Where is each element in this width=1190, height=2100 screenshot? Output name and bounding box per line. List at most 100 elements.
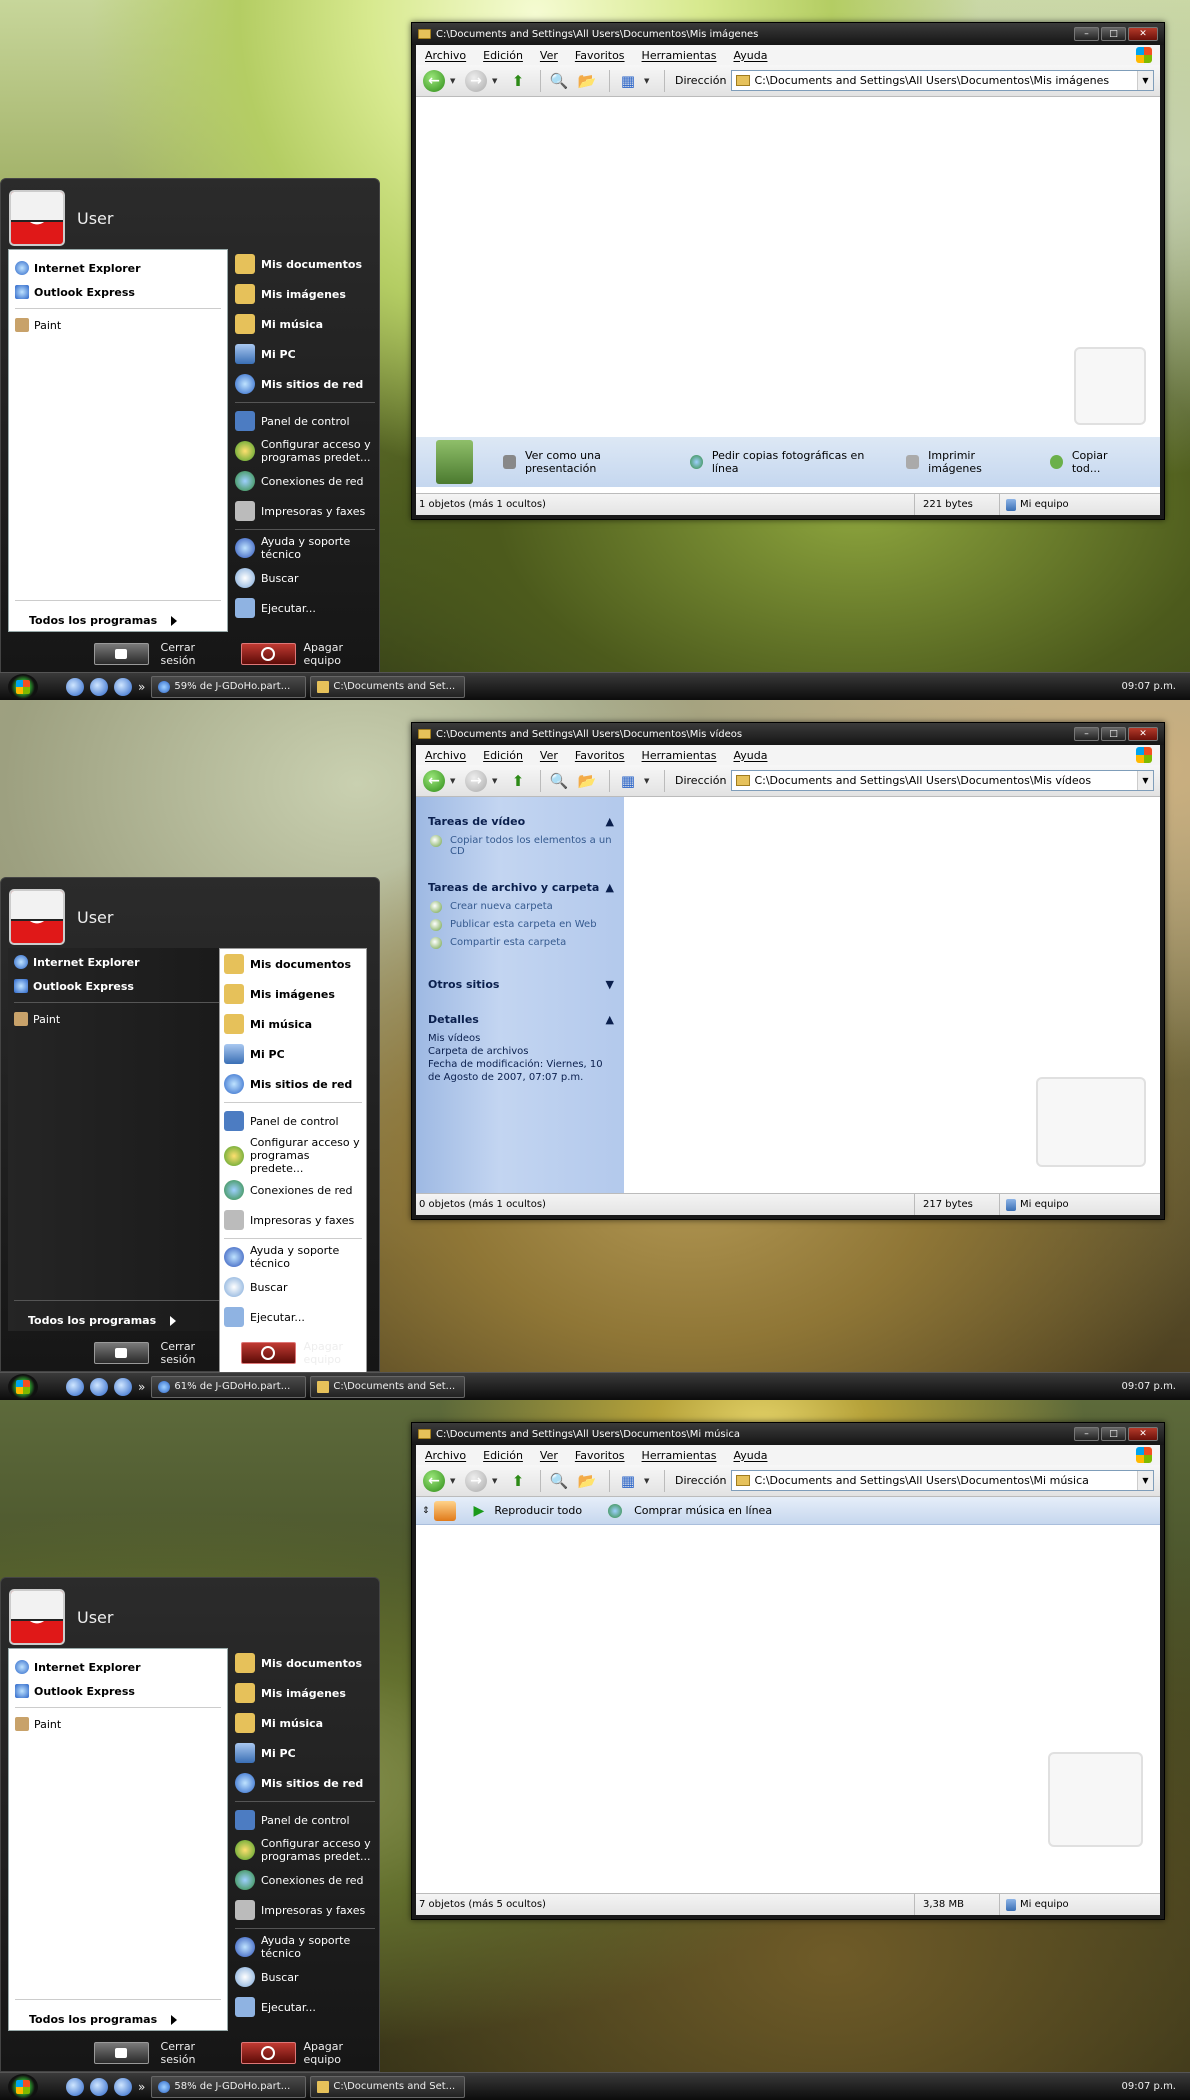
address-dropdown[interactable]: ▼ [1137, 1471, 1153, 1490]
menu-ayuda[interactable]: Ayuda [733, 1449, 767, 1462]
menu-favoritos[interactable]: Favoritos [575, 749, 625, 762]
task-share-folder[interactable]: Compartir esta carpeta [430, 937, 614, 949]
control-panel[interactable]: Panel de control [231, 406, 379, 436]
task-slideshow[interactable]: Ver como una presentación [503, 449, 664, 475]
menu-edicion[interactable]: Edición [483, 49, 523, 62]
set-program-access[interactable]: Configurar acceso y programas predet... [231, 436, 379, 466]
place-my-pc[interactable]: Mi PC [231, 339, 379, 369]
logoff-button[interactable] [94, 1342, 149, 1364]
views-dropdown[interactable]: ▼ [644, 777, 652, 785]
forward-dropdown[interactable]: ▼ [492, 77, 500, 85]
menu-edicion[interactable]: Edición [483, 749, 523, 762]
address-dropdown[interactable]: ▼ [1137, 71, 1153, 90]
close-button[interactable]: ✕ [1128, 727, 1158, 741]
all-programs-button[interactable]: Todos los programas [29, 2013, 177, 2026]
back-dropdown[interactable]: ▼ [450, 777, 458, 785]
shutdown-button[interactable] [241, 1342, 296, 1364]
task-print[interactable]: Imprimir imágenes [906, 449, 1024, 475]
avatar[interactable] [9, 1589, 65, 1645]
start-button[interactable] [8, 2073, 38, 2100]
details-header[interactable]: Detalles ▲ [428, 1013, 614, 1026]
menu-favoritos[interactable]: Favoritos [575, 1449, 625, 1462]
title-bar[interactable]: C:\Documents and Settings\All Users\Docu… [412, 723, 1164, 745]
views-button[interactable]: ▦ [616, 69, 640, 93]
file-view[interactable]: ⇕ ▶ Reproducir todo Comprar música en lín… [416, 1497, 1160, 1893]
forward-button[interactable]: → [464, 69, 488, 93]
help-support[interactable]: Ayuda y soporte técnico [231, 533, 379, 563]
run[interactable]: Ejecutar... [231, 593, 379, 623]
back-button[interactable]: ← [422, 1469, 446, 1493]
media-player-quicklaunch-icon[interactable] [114, 1377, 132, 1396]
maximize-button[interactable]: □ [1101, 27, 1126, 41]
file-tasks-header[interactable]: Tareas de archivo y carpeta ▲ [428, 881, 614, 894]
forward-button[interactable]: → [464, 1469, 488, 1493]
views-button[interactable]: ▦ [616, 769, 640, 793]
explorer-window[interactable]: C:\Documents and Settings\All Users\Docu… [411, 22, 1165, 520]
printers-faxes[interactable]: Impresoras y faxes [220, 1205, 366, 1235]
logoff-button[interactable] [94, 2042, 149, 2064]
set-program-access[interactable]: Configurar acceso y programas predete... [220, 1136, 366, 1175]
up-folder-button[interactable]: ⬆ [506, 769, 530, 793]
network-connections[interactable]: Conexiones de red [220, 1175, 366, 1205]
help-support[interactable]: Ayuda y soporte técnico [220, 1242, 366, 1272]
printers-faxes[interactable]: Impresoras y faxes [231, 496, 379, 526]
place-pictures[interactable]: Mis imágenes [231, 279, 379, 309]
taskbar-item[interactable]: 59% de J-GDoHo.part... [151, 675, 307, 698]
place-music[interactable]: Mi música [231, 309, 379, 339]
place-music[interactable]: Mi música [231, 1708, 379, 1738]
task-new-folder[interactable]: Crear nueva carpeta [430, 901, 614, 913]
printers-faxes[interactable]: Impresoras y faxes [231, 1895, 379, 1925]
control-panel[interactable]: Panel de control [231, 1805, 379, 1835]
menu-archivo[interactable]: Archivo [425, 749, 466, 762]
back-dropdown[interactable]: ▼ [450, 1477, 458, 1485]
back-dropdown[interactable]: ▼ [450, 77, 458, 85]
help-support[interactable]: Ayuda y soporte técnico [231, 1932, 379, 1962]
title-bar[interactable]: C:\Documents and Settings\All Users\Docu… [412, 23, 1164, 45]
task-copy-to-cd[interactable]: Copiar todos los elementos a un CD [430, 835, 614, 857]
place-network[interactable]: Mis sitios de red [220, 1069, 366, 1099]
back-button[interactable]: ← [422, 69, 446, 93]
search-button[interactable]: 🔍 [547, 1469, 571, 1493]
place-documents[interactable]: Mis documentos [231, 1648, 379, 1678]
shutdown-button[interactable] [241, 643, 296, 665]
other-places-header[interactable]: Otros sitios ▼ [428, 978, 614, 991]
close-button[interactable]: ✕ [1128, 1427, 1158, 1441]
menu-favoritos[interactable]: Favoritos [575, 49, 625, 62]
avatar[interactable] [9, 889, 65, 945]
outlook-quicklaunch-icon[interactable] [90, 1377, 108, 1396]
place-pictures[interactable]: Mis imágenes [220, 979, 366, 1009]
menu-archivo[interactable]: Archivo [425, 1449, 466, 1462]
file-view[interactable]: Tareas de vídeo ▲ Copiar todos los elemen… [416, 797, 1160, 1193]
shutdown-button[interactable] [241, 2042, 296, 2064]
minimize-button[interactable]: – [1074, 1427, 1099, 1441]
menu-ayuda[interactable]: Ayuda [733, 49, 767, 62]
file-view[interactable]: Ver como una presentación Pedir copias f… [416, 97, 1160, 493]
explorer-window[interactable]: C:\Documents and Settings\All Users\Docu… [411, 1422, 1165, 1920]
logoff-button[interactable] [94, 643, 149, 665]
views-dropdown[interactable]: ▼ [644, 77, 652, 85]
search-button[interactable]: 🔍 [547, 69, 571, 93]
ie-quicklaunch-icon[interactable] [66, 677, 84, 696]
title-bar[interactable]: C:\Documents and Settings\All Users\Docu… [412, 1423, 1164, 1445]
media-player-quicklaunch-icon[interactable] [114, 2077, 132, 2096]
all-programs-button[interactable]: Todos los programas [29, 614, 177, 627]
maximize-button[interactable]: □ [1101, 727, 1126, 741]
start-button[interactable] [8, 673, 38, 700]
minimize-button[interactable]: – [1074, 27, 1099, 41]
taskbar-item[interactable]: 58% de J-GDoHo.part... [151, 2075, 307, 2098]
close-button[interactable]: ✕ [1128, 27, 1158, 41]
place-music[interactable]: Mi música [220, 1009, 366, 1039]
address-bar[interactable]: C:\Documents and Settings\All Users\Docu… [731, 770, 1154, 791]
chevron-right-icon[interactable]: » [138, 2080, 145, 2094]
menu-herramientas[interactable]: Herramientas [642, 1449, 717, 1462]
task-buy-music[interactable]: Comprar música en línea [608, 1503, 772, 1518]
program-paint[interactable]: Paint [8, 1007, 228, 1031]
set-program-access[interactable]: Configurar acceso y programas predet... [231, 1835, 379, 1865]
avatar[interactable] [9, 190, 65, 246]
place-pictures[interactable]: Mis imágenes [231, 1678, 379, 1708]
place-my-pc[interactable]: Mi PC [231, 1738, 379, 1768]
program-paint[interactable]: Paint [9, 1712, 227, 1736]
media-player-quicklaunch-icon[interactable] [114, 677, 132, 696]
forward-button[interactable]: → [464, 769, 488, 793]
back-button[interactable]: ← [422, 769, 446, 793]
